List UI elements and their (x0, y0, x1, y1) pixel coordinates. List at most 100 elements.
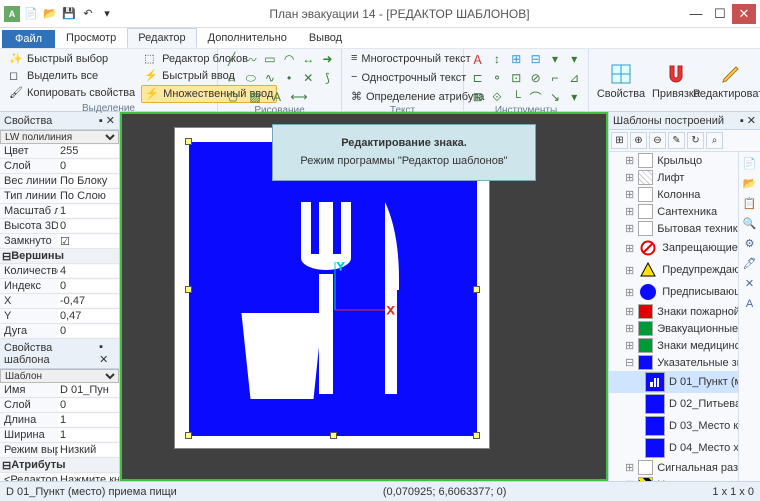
ellipse-icon[interactable]: ⬭ (243, 70, 258, 86)
arrow-icon[interactable]: ➜ (320, 51, 335, 67)
dim-icon[interactable]: ⟷ (290, 89, 308, 105)
resize-handle[interactable] (473, 432, 480, 439)
point-icon[interactable]: • (282, 70, 297, 86)
tool-icon[interactable]: ⊞ (611, 132, 628, 149)
tree-node[interactable]: ⊞Наклонная желтая (609, 476, 738, 481)
tool-icon[interactable]: ⊖ (649, 132, 666, 149)
tree-node[interactable]: ⊞Крыльцо (609, 152, 738, 169)
move-icon[interactable]: ↔ (301, 51, 316, 67)
tree-node[interactable]: ⊞Эвакуационные знаки (609, 320, 738, 337)
tool-icon[interactable]: ⊘ (528, 70, 543, 86)
quick-select-button[interactable]: ✨Быстрый выбор (6, 51, 138, 67)
resize-handle[interactable] (330, 432, 337, 439)
template-select[interactable]: Шаблон (0, 369, 119, 383)
tool-icon[interactable]: ⊕ (630, 132, 647, 149)
open-icon[interactable]: 📂 (42, 6, 58, 22)
property-grid[interactable]: Цвет255Слой0Вес линииПо БлокуТип линииПо… (0, 144, 119, 249)
tool-icon[interactable]: ⌕ (706, 132, 723, 149)
vertices-header[interactable]: ⊟ Вершины (0, 249, 119, 264)
polygon-icon[interactable]: ⬠ (224, 89, 242, 105)
resize-handle[interactable] (185, 138, 192, 145)
tool-icon[interactable]: ⚙ (741, 235, 758, 252)
tree-node[interactable]: ⊞Знаки медицинского назначения (609, 337, 738, 354)
tree-node[interactable]: D 01_Пункт (место) (609, 371, 738, 393)
templates-tree[interactable]: ⊞Крыльцо⊞Лифт⊞Колонна⊞Сантехника⊞Бытовая… (609, 152, 738, 481)
mtext-button[interactable]: ≡Многострочный текст (348, 51, 457, 67)
tree-node[interactable]: D 03_Место курения (609, 415, 738, 437)
tool-icon[interactable]: Ａ (470, 51, 485, 67)
tool-icon[interactable]: ✕ (741, 275, 758, 292)
tree-node[interactable]: ⊞Лифт (609, 169, 738, 186)
tool-icon[interactable]: ⊡ (509, 70, 524, 86)
tool-icon[interactable]: ⟐ (489, 89, 504, 105)
tool-icon[interactable]: ▾ (547, 51, 562, 67)
line-icon[interactable]: ╱ (224, 51, 239, 67)
property-grid[interactable]: Количество4Индекс0X-0,47Y0,47Дуга0 (0, 264, 119, 339)
tab-file[interactable]: Файл (2, 30, 55, 48)
tool-icon[interactable]: ⊏ (470, 70, 485, 86)
resize-handle[interactable] (185, 432, 192, 439)
select-all-button[interactable]: ◻Выделить все (6, 68, 138, 84)
tool-icon[interactable]: ⌐ (547, 70, 562, 86)
tool-icon[interactable]: ↻ (687, 132, 704, 149)
undo-icon[interactable]: ↶ (80, 6, 96, 22)
panel-close-icon[interactable]: ▪ ✕ (740, 114, 756, 127)
hatch-icon[interactable]: ▨ (246, 89, 264, 105)
text-icon[interactable]: A (268, 89, 286, 105)
tool-icon[interactable]: ⊞ (509, 51, 524, 67)
tree-node[interactable]: D 02_Питьевая вода (609, 393, 738, 415)
copy-props-button[interactable]: 🖌Копировать свойства (6, 85, 138, 101)
binding-button[interactable]: Привязка (650, 51, 702, 111)
stext-button[interactable]: −Однострочный текст (348, 70, 457, 86)
attrdef-button[interactable]: ⌘Определение атрибута (348, 89, 457, 105)
tree-node[interactable]: ⊞Сантехника (609, 203, 738, 220)
dropdown-icon[interactable]: ▾ (99, 6, 115, 22)
tab-output[interactable]: Вывод (298, 28, 353, 48)
tool-icon[interactable]: ↕ (489, 51, 504, 67)
properties-button[interactable]: Свойства (595, 51, 647, 111)
tool-icon[interactable]: 📋 (741, 195, 758, 212)
circle-icon[interactable]: ○ (224, 70, 239, 86)
tool-icon[interactable]: 📂 (741, 175, 758, 192)
tree-node[interactable]: ⊞Предупреждающие знаки (609, 259, 738, 281)
tree-node[interactable]: ⊞Бытовая техника (609, 220, 738, 237)
tool-icon[interactable]: ⊞ (470, 89, 485, 105)
tool-icon[interactable]: ⊟ (528, 51, 543, 67)
spline-icon[interactable]: ∿ (262, 70, 277, 86)
resize-handle[interactable] (185, 286, 192, 293)
object-type-select[interactable]: LW полилиния (0, 130, 119, 144)
tool-icon[interactable]: ⚬ (489, 70, 504, 86)
tool-icon[interactable]: ↘ (547, 89, 562, 105)
sign-preview[interactable]: Y X (189, 142, 477, 436)
attrs-header[interactable]: ⊟ Атрибуты (0, 458, 119, 473)
close-button[interactable]: ✕ (732, 4, 756, 24)
tool-icon[interactable]: 📄 (741, 155, 758, 172)
tool-icon[interactable]: ⌒ (528, 89, 543, 105)
tool-icon[interactable]: ✎ (668, 132, 685, 149)
tree-node[interactable]: ⊟Указательные знаки (609, 354, 738, 371)
panel-close-icon[interactable]: ▪ ✕ (99, 341, 115, 366)
tree-node[interactable]: ⊞Колонна (609, 186, 738, 203)
tool-icon[interactable]: A (741, 295, 758, 312)
tree-node[interactable]: ⊞Знаки пожарной безопасности (609, 303, 738, 320)
maximize-button[interactable]: ☐ (708, 4, 732, 24)
tab-editor[interactable]: Редактор (127, 28, 196, 48)
tree-node[interactable]: ⊞Запрещающие знаки (609, 237, 738, 259)
panel-close-icon[interactable]: ▪ ✕ (99, 114, 115, 127)
minimize-button[interactable]: — (684, 4, 708, 24)
tool-icon[interactable]: 🖊 (741, 255, 758, 272)
rect-icon[interactable]: ▭ (262, 51, 277, 67)
tab-extra[interactable]: Дополнительно (197, 28, 298, 48)
curve-icon[interactable]: ⟆ (320, 70, 335, 86)
property-grid[interactable]: ИмяD 01_ПунСлой0Длина1Ширина1Режим вырез… (0, 383, 119, 458)
save-icon[interactable]: 💾 (61, 6, 77, 22)
tool-icon[interactable]: ▾ (567, 51, 582, 67)
new-icon[interactable]: 📄 (23, 6, 39, 22)
tree-node[interactable]: ⊞Предписывающие знаки (609, 281, 738, 303)
tab-view[interactable]: Просмотр (55, 28, 127, 48)
tool-icon[interactable]: ⊿ (567, 70, 582, 86)
edit-button[interactable]: Редактировать (705, 51, 757, 111)
cross-icon[interactable]: ✕ (301, 70, 316, 86)
tool-icon[interactable]: ▾ (567, 89, 582, 105)
tree-node[interactable]: ⊞Сигнальная разметка (609, 459, 738, 476)
